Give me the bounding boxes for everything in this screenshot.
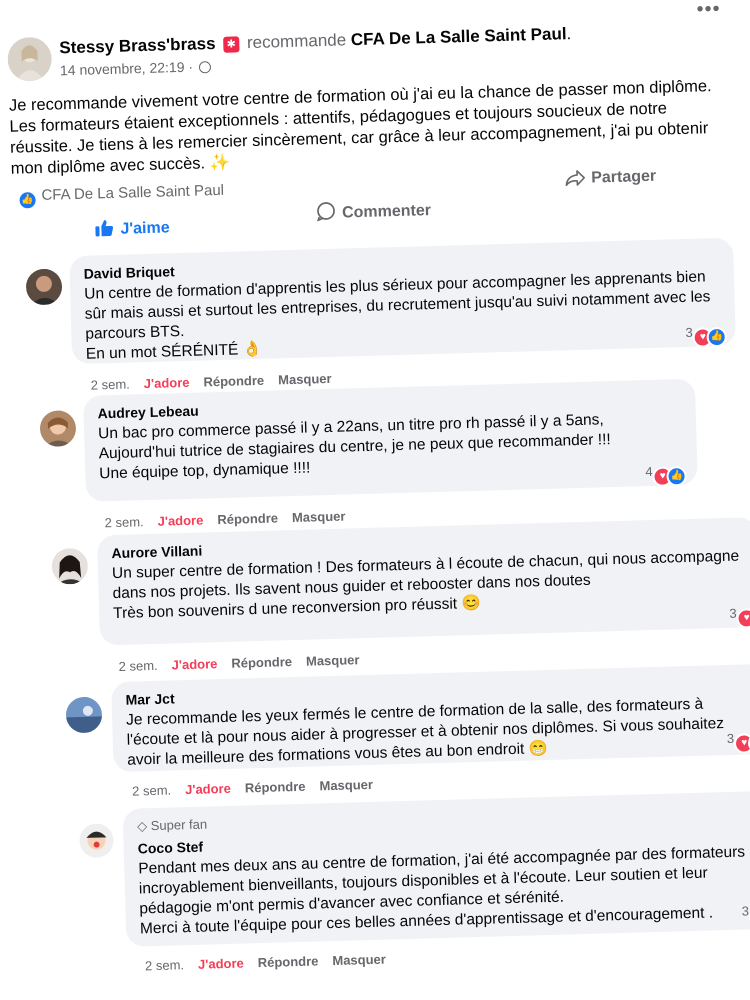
adore-button[interactable]: J'adore (157, 513, 203, 529)
comment-bubble: Audrey Lebeau Un bac pro commerce passé … (83, 378, 698, 502)
comment-text: Pendant mes deux ans au centre de format… (138, 843, 746, 938)
adore-button[interactable]: J'adore (185, 781, 231, 797)
reply-button[interactable]: Répondre (258, 953, 319, 970)
comment-label: Commenter (341, 202, 432, 222)
share-label: Partager (590, 167, 657, 187)
share-arrow-icon (565, 170, 586, 192)
reply-button[interactable]: Répondre (231, 654, 292, 671)
reaction-count[interactable]: 3♥ (742, 903, 750, 927)
hide-button[interactable]: Masquer (319, 777, 373, 793)
comment-item: Audrey Lebeau Un bac pro commerce passé … (11, 377, 750, 531)
comment-time[interactable]: 2 sem. (132, 783, 171, 799)
reaction-number: 3 (729, 605, 737, 621)
recommend-badge-icon: ✱ (223, 36, 240, 53)
like-reaction-icon: 👍 (666, 466, 688, 487)
comment-actions: 2 sem. J'adore Répondre Masquer (104, 508, 359, 531)
comment-button[interactable]: Commenter (316, 198, 432, 226)
hide-button[interactable]: Masquer (292, 509, 346, 525)
comment-actions: 2 sem. J'adore Répondre Masquer (118, 652, 373, 674)
comment-item: David Briquet Un centre de formation d'a… (7, 237, 750, 393)
comment-item: ◇ Super fan Coco Stef Pendant mes deux a… (23, 790, 750, 982)
reaction-count[interactable]: 3♥👍 (685, 324, 728, 348)
hide-button[interactable]: Masquer (306, 652, 360, 668)
love-reaction-icon: ♥ (736, 608, 750, 629)
like-reaction-icon: 👍 (706, 326, 728, 348)
reaction-count[interactable]: 4 ♥ 👍 (645, 463, 688, 487)
reply-button[interactable]: Répondre (217, 510, 278, 527)
adore-button[interactable]: J'adore (198, 956, 244, 972)
comment-bubble: Aurore Villani Un super centre de format… (96, 517, 750, 646)
comment-item: Mar Jct Je recommande les yeux fermés le… (19, 663, 750, 805)
comment-bubble-icon (316, 201, 337, 227)
comment-bubble: ◇ Super fan Coco Stef Pendant mes deux a… (122, 790, 750, 947)
comment-item: Aurore Villani Un super centre de format… (15, 517, 750, 678)
recommends-word: recommande (246, 30, 347, 53)
share-button[interactable]: Partager (565, 168, 656, 192)
hide-button[interactable]: Masquer (332, 952, 386, 968)
comment-time[interactable]: 2 sem. (91, 377, 130, 393)
comment-time[interactable]: 2 sem. (104, 514, 143, 530)
adore-button[interactable]: J'adore (171, 656, 217, 672)
author-avatar[interactable] (7, 36, 53, 82)
super-fan-label: Super fan (150, 816, 208, 834)
commenter-avatar[interactable] (39, 410, 77, 448)
more-options-icon[interactable]: ••• (696, 0, 721, 22)
adore-button[interactable]: J'adore (144, 375, 190, 391)
thumbs-up-icon (94, 219, 115, 243)
commenter-avatar[interactable] (79, 823, 114, 859)
like-button[interactable]: J'aime (94, 217, 170, 242)
reaction-number: 3 (741, 903, 750, 919)
like-label: J'aime (120, 219, 170, 238)
reaction-count[interactable]: 3♥👍 (727, 730, 750, 754)
reaction-number: 3 (685, 324, 693, 340)
reaction-number: 4 (645, 463, 653, 480)
reply-button[interactable]: Répondre (203, 373, 264, 390)
post-text: Je recommande vivement votre centre de f… (8, 77, 712, 178)
comment-actions: 2 sem. J'adore Répondre Masquer (132, 777, 387, 799)
recommended-page-link[interactable]: CFA De La Salle Saint Paul (351, 24, 567, 49)
post-meta: 14 novembre, 22:19 · (60, 58, 212, 79)
facebook-post-screenshot: Stessy Brass'brass ✱ recommande CFA De L… (0, 0, 750, 1000)
comment-actions: 2 sem. J'adore Répondre Masquer (145, 951, 400, 974)
page-tag-label: CFA De La Salle Saint Paul (41, 181, 225, 204)
post-date[interactable]: 14 novembre, 22:19 · (60, 59, 193, 79)
diamond-icon: ◇ (136, 818, 148, 834)
author-line: Stessy Brass'brass ✱ recommande CFA De L… (59, 24, 571, 58)
comment-bubble: David Briquet Un centre de formation d'a… (69, 237, 736, 365)
like-badge-icon: 👍 (19, 192, 36, 209)
reaction-number: 3 (726, 730, 735, 746)
page-tag[interactable]: 👍 CFA De La Salle Saint Paul (19, 182, 224, 209)
author-name[interactable]: Stessy Brass'brass (59, 34, 216, 57)
commenter-avatar[interactable] (65, 696, 103, 734)
comment-text: Un centre de formation d'apprentis les p… (84, 268, 711, 363)
reaction-count[interactable]: 3♥ (729, 605, 750, 629)
commenter-avatar[interactable] (51, 547, 89, 585)
reply-button[interactable]: Répondre (245, 779, 306, 796)
comment-time[interactable]: 2 sem. (118, 658, 157, 674)
commenter-avatar[interactable] (25, 268, 63, 306)
comment-bubble: Mar Jct Je recommande les yeux fermés le… (111, 663, 750, 773)
globe-icon (198, 61, 212, 74)
hide-button[interactable]: Masquer (278, 371, 332, 387)
comment-time[interactable]: 2 sem. (145, 957, 184, 973)
page-name-period: . (566, 24, 572, 44)
